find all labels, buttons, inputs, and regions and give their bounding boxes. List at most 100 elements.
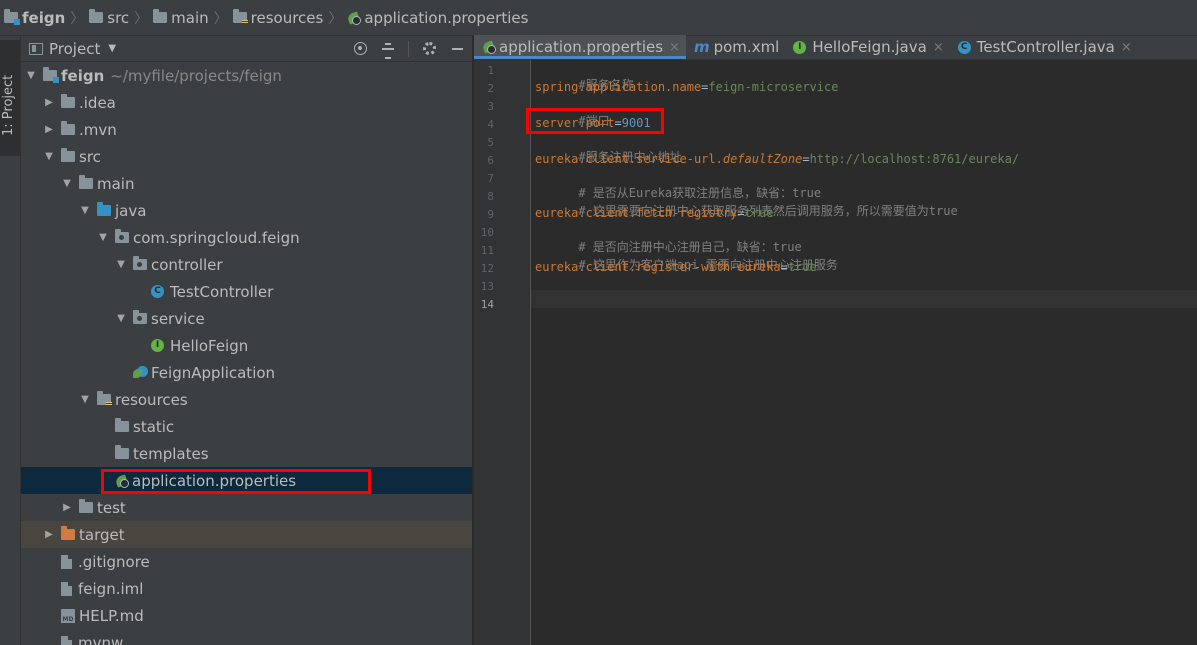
settings-button[interactable] [421, 41, 437, 57]
chevron-right-icon: 〉 [70, 10, 85, 27]
expanded-arrow-icon[interactable]: ▼ [79, 394, 91, 405]
collapsed-arrow-icon[interactable]: ▶ [43, 97, 55, 108]
tree-node-main[interactable]: ▼ main [21, 170, 472, 197]
expanded-arrow-icon[interactable]: ▼ [79, 205, 91, 216]
line-number: 2 [487, 82, 494, 95]
hide-panel-button[interactable] [449, 41, 465, 57]
breadcrumb-main[interactable]: main [153, 8, 209, 27]
code-line: eureka.client.register-with-eureka=true [535, 260, 817, 274]
folder-icon [115, 418, 129, 432]
breadcrumb-src[interactable]: src [89, 9, 129, 27]
tree-node-service[interactable]: ▼ service [21, 305, 472, 332]
project-tool-window-button[interactable]: 1: Project [0, 40, 20, 156]
tree-node-idea[interactable]: ▶ .idea [21, 89, 472, 116]
interface-icon: I [793, 40, 807, 54]
line-number: 11 [480, 244, 494, 257]
folder-icon [153, 9, 168, 23]
folder-icon [61, 94, 75, 108]
close-icon[interactable]: × [1121, 40, 1132, 55]
tree-node-package[interactable]: ▼ com.springcloud.feign [21, 224, 472, 251]
tab-pom-xml[interactable]: m pom.xml [686, 35, 785, 59]
collapsed-arrow-icon[interactable]: ▶ [43, 529, 55, 540]
excluded-folder-icon [61, 526, 75, 540]
highlight-box-application-properties [101, 469, 371, 494]
module-folder-icon [4, 9, 20, 25]
project-icon [29, 42, 43, 55]
project-tool-window-label: 1: Project [1, 74, 16, 136]
breadcrumb-label: resources [250, 8, 324, 27]
tree-node-target[interactable]: ▶ target [21, 521, 472, 548]
breadcrumb-project[interactable]: feign [4, 9, 65, 27]
tree-node-label: target [79, 525, 125, 544]
breadcrumb-label: main [171, 8, 209, 27]
tree-node-label: FeignApplication [151, 363, 276, 382]
locate-file-button[interactable] [352, 41, 368, 57]
tree-node-label: feign.iml [78, 579, 144, 598]
expanded-arrow-icon[interactable]: ▼ [61, 178, 73, 189]
collapse-icon [382, 42, 394, 59]
property-equals: = [780, 260, 788, 274]
chevron-right-icon: 〉 [213, 10, 228, 27]
line-number: 10 [480, 226, 494, 239]
gear-icon [422, 42, 436, 55]
tree-node-java[interactable]: ▼ java [21, 197, 472, 224]
expanded-arrow-icon[interactable]: ▼ [115, 259, 127, 270]
line-number: 8 [487, 190, 494, 203]
tab-application-properties[interactable]: application.properties × [474, 35, 686, 59]
collapse-all-button[interactable] [380, 41, 396, 59]
breadcrumb-resources[interactable]: resources [232, 8, 324, 27]
tab-hellofeign-java[interactable]: I HelloFeign.java × [785, 35, 949, 59]
code-area[interactable]: 1 2 3 4 5 6 7 8 9 10 11 12 13 14 #服务名称 s… [474, 60, 1197, 645]
tree-node-mvnw[interactable]: mvnw [21, 629, 472, 645]
close-icon[interactable]: × [933, 40, 944, 55]
tree-node-test[interactable]: ▶ test [21, 494, 472, 521]
property-key-map: defaultZone [722, 152, 803, 166]
tab-label: HelloFeign.java [812, 38, 927, 56]
minimize-icon [451, 47, 463, 50]
tree-node-help-md[interactable]: MD HELP.md [21, 602, 472, 629]
package-icon [133, 310, 147, 324]
expanded-arrow-icon[interactable]: ▼ [115, 313, 127, 324]
tree-node-src[interactable]: ▼ src [21, 143, 472, 170]
tree-node-gitignore[interactable]: .gitignore [21, 548, 472, 575]
tree-node-mvn[interactable]: ▶ .mvn [21, 116, 472, 143]
tree-node-hellofeign[interactable]: I HelloFeign [21, 332, 472, 359]
tree-node-label: templates [133, 444, 209, 463]
expanded-arrow-icon[interactable]: ▼ [43, 151, 55, 162]
tree-node-label: HELP.md [79, 606, 144, 625]
code-line: spring.application.name=feign-microservi… [535, 80, 838, 94]
collapsed-arrow-icon[interactable]: ▶ [61, 502, 73, 513]
tree-node-label: .gitignore [78, 552, 150, 571]
resources-folder-icon [232, 9, 248, 24]
line-number: 6 [487, 154, 494, 167]
tree-node-feign[interactable]: ▼ feign ~/myfile/projects/feign [21, 62, 472, 89]
tree-node-feign-iml[interactable]: feign.iml [21, 575, 472, 602]
expanded-arrow-icon[interactable]: ▼ [97, 232, 109, 243]
chevron-right-icon: 〉 [134, 10, 149, 27]
project-panel-header: Project ▼ [21, 36, 472, 62]
close-icon[interactable]: × [669, 40, 680, 55]
line-number: 14 [480, 298, 494, 311]
properties-file-icon [482, 40, 496, 54]
expanded-arrow-icon[interactable]: ▼ [25, 70, 37, 81]
tree-node-controller[interactable]: ▼ controller [21, 251, 472, 278]
tree-node-label: test [97, 498, 126, 517]
tab-testcontroller-java[interactable]: C TestController.java × [950, 35, 1138, 59]
navigation-bar: feign 〉 src 〉 main 〉 resources 〉 applica… [0, 0, 1197, 36]
collapsed-arrow-icon[interactable]: ▶ [43, 124, 55, 135]
project-view-selector[interactable]: Project ▼ [21, 40, 116, 58]
tree-node-label: TestController [170, 282, 274, 301]
tree-node-label: .mvn [79, 120, 117, 139]
tree-node-testcontroller[interactable]: C TestController [21, 278, 472, 305]
editor: application.properties × m pom.xml I Hel… [474, 35, 1197, 645]
line-number: 1 [487, 64, 494, 77]
folder-icon [61, 148, 75, 162]
tree-node-resources[interactable]: ▼ resources [21, 386, 472, 413]
tree-node-templates[interactable]: templates [21, 440, 472, 467]
tree-node-static[interactable]: static [21, 413, 472, 440]
package-icon [115, 229, 129, 243]
line-number: 5 [487, 136, 494, 149]
interface-icon: I [151, 339, 164, 352]
tree-node-feignapplication[interactable]: FeignApplication [21, 359, 472, 386]
breadcrumb-file[interactable]: application.properties [347, 9, 528, 27]
